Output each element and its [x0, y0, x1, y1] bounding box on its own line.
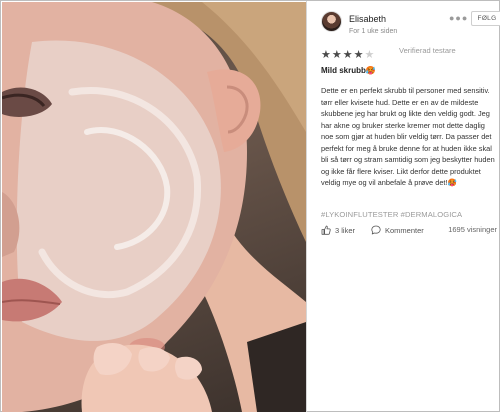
comment-button[interactable]: Kommenter	[371, 225, 424, 235]
follow-button[interactable]: FØLG	[471, 11, 500, 26]
comment-label: Kommenter	[385, 225, 424, 235]
post-card: Elisabeth For 1 uke siden ●●● FØLG ★★★★★…	[0, 0, 500, 412]
post-actions: 3 liker Kommenter 1695 visninger	[321, 225, 497, 239]
star-rating: ★★★★★ Verifierad testare	[321, 45, 456, 61]
review-panel: Elisabeth For 1 uke siden ●●● FØLG ★★★★★…	[307, 1, 500, 412]
star-icon: ★	[364, 49, 375, 61]
likes-count: 3 liker	[335, 225, 356, 235]
review-title-text: Mild skrubb	[321, 66, 366, 75]
star-icon: ★	[342, 49, 353, 61]
star-icon: ★	[321, 49, 331, 61]
post-photo[interactable]	[2, 2, 306, 412]
views-count: 1695 visninger	[448, 225, 497, 234]
star-icon: ★	[331, 49, 342, 61]
face-photo-illustration	[2, 2, 306, 412]
like-button[interactable]: 3 liker	[321, 225, 355, 235]
hot-face-emoji-icon: 🥵	[365, 66, 376, 75]
thumbs-up-icon	[321, 225, 331, 235]
post-time: For 1 uke siden	[349, 28, 398, 35]
more-dots-icon[interactable]: ●●●	[449, 13, 468, 23]
hashtags[interactable]: #LYKOINFLUTESTER #DERMALOGICA	[321, 210, 497, 219]
review-title: Mild skrubb🥵	[321, 66, 376, 75]
review-body: Dette er en perfekt skrubb til personer …	[321, 85, 497, 189]
star-icon: ★	[353, 49, 364, 61]
review-body-text: Dette er en perfekt skrubb til personer …	[321, 86, 495, 187]
comment-bubble-icon	[371, 225, 381, 235]
post-header: Elisabeth For 1 uke siden ●●● FØLG	[321, 11, 500, 41]
hot-face-emoji-icon: 🥵	[447, 178, 457, 187]
author-name[interactable]: Elisabeth	[349, 14, 386, 24]
verified-label: Verifierad testare	[399, 46, 456, 55]
avatar[interactable]	[321, 11, 342, 32]
